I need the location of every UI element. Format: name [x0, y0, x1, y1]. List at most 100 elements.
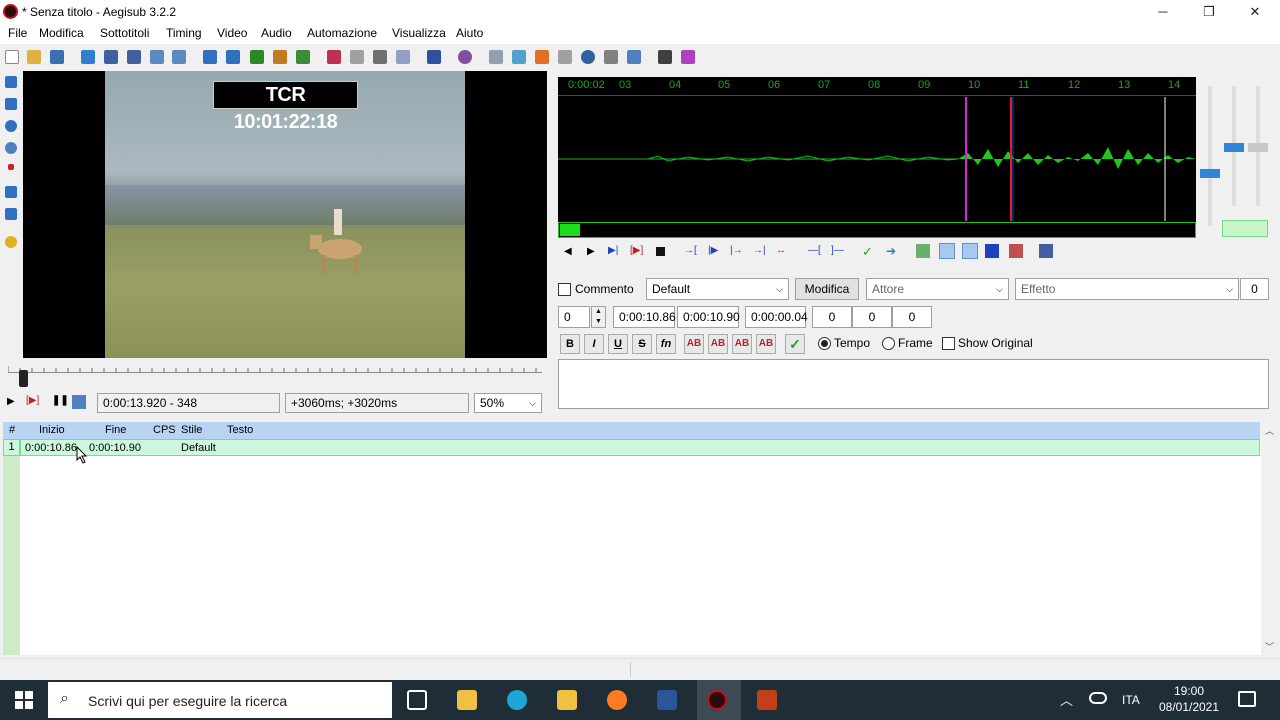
audio-zoom-slider[interactable] [1208, 86, 1212, 226]
modify-style-button[interactable]: Modifica [795, 278, 859, 300]
margin-right-field[interactable]: 0 [852, 306, 892, 328]
scroll-up-icon[interactable]: ︿ [1265, 424, 1274, 437]
audio-zoom-thumb[interactable] [1200, 169, 1220, 178]
chevron-up-icon[interactable]: ︿ [1060, 690, 1073, 709]
close-button[interactable]: ✕ [1232, 0, 1278, 24]
grid-scrollbar[interactable]: ︿ ﹀ [1261, 422, 1278, 655]
fonts-collector-icon[interactable] [250, 50, 264, 64]
styles-manager-icon[interactable] [203, 50, 217, 64]
actor-combo[interactable]: Attore ⌵ [866, 278, 1009, 300]
lead-in-icon[interactable]: —[ [808, 245, 821, 256]
menu-modifica[interactable]: Modifica [39, 26, 84, 40]
menu-timing[interactable]: Timing [166, 26, 202, 40]
show-original-checkbox[interactable] [942, 337, 955, 350]
video-position-field[interactable]: 0:00:13.920 - 348 [97, 393, 280, 413]
task-view-icon[interactable] [407, 690, 427, 710]
link-sliders-button[interactable] [1222, 220, 1268, 237]
play-icon[interactable]: ▶ [7, 396, 15, 407]
commit-icon[interactable]: ✓ [862, 244, 873, 260]
play-line-icon[interactable]: [▶] [26, 395, 39, 406]
seek-thumb[interactable] [19, 370, 28, 387]
open-file-icon[interactable] [27, 50, 41, 64]
menu-file[interactable]: File [8, 26, 27, 40]
new-file-icon[interactable] [5, 50, 19, 64]
subtitle-text-area[interactable] [558, 359, 1269, 409]
store-icon[interactable] [457, 690, 477, 710]
secondary-color-button[interactable]: AB [708, 334, 728, 354]
word-icon[interactable] [657, 690, 677, 710]
snap-icon[interactable] [535, 50, 549, 64]
jump-video-icon[interactable] [150, 50, 164, 64]
commit-checkmark-icon[interactable]: ✓ [785, 334, 805, 354]
aegisub-taskbar-icon[interactable] [707, 690, 727, 710]
windows-start-icon[interactable] [15, 691, 33, 709]
play-to-end-icon[interactable]: ↔ [776, 245, 786, 256]
timing-postproc-icon[interactable] [296, 50, 310, 64]
check-icon[interactable] [627, 50, 641, 64]
comment-checkbox[interactable] [558, 283, 571, 296]
zoom-select[interactable]: 50% ⌵ [474, 393, 542, 413]
play-selection-icon[interactable]: ▶| [608, 245, 618, 256]
vector-clip-icon[interactable] [5, 208, 17, 220]
pause-icon[interactable]: ❚❚ [52, 395, 69, 406]
help-icon[interactable] [5, 236, 17, 248]
end-time-field[interactable]: 0:00:10.90 [677, 306, 740, 328]
merge-lines-icon[interactable] [512, 50, 526, 64]
font-button[interactable]: fn [656, 334, 676, 354]
menu-visualizza[interactable]: Visualizza [392, 26, 446, 40]
spell-check-icon[interactable] [373, 50, 387, 64]
language-indicator[interactable]: ITA [1122, 693, 1140, 707]
auto-next-icon[interactable] [939, 243, 955, 259]
scroll-down-icon[interactable]: ﹀ [1265, 640, 1274, 653]
jump-start-icon[interactable] [172, 50, 186, 64]
start-time-field[interactable]: 0:00:10.86 [613, 306, 676, 328]
maximize-button[interactable]: ❐ [1186, 0, 1232, 24]
shadow-color-button[interactable]: AB [756, 334, 776, 354]
go-to-icon[interactable]: ➔ [886, 244, 896, 258]
strikeout-button[interactable]: S [632, 334, 652, 354]
clip-tool-icon[interactable] [5, 186, 17, 198]
audio-scroll-thumb[interactable] [560, 224, 580, 236]
cloud-icon[interactable] [1089, 692, 1107, 704]
clock-icon[interactable] [581, 50, 595, 64]
notifications-icon[interactable] [1238, 691, 1256, 707]
margin-vertical-field[interactable]: 0 [892, 306, 932, 328]
jump-to-icon[interactable] [81, 50, 95, 64]
play-begin-icon[interactable]: |▶ [708, 245, 718, 256]
variables-icon[interactable] [681, 50, 695, 64]
outline-color-button[interactable]: AB [732, 334, 752, 354]
stop-icon[interactable] [558, 50, 572, 64]
play-current-line-icon[interactable]: [▶] [630, 245, 643, 256]
audio-options-icon[interactable] [1039, 244, 1053, 258]
auto-commit-icon[interactable] [916, 244, 930, 258]
taskbar-clock[interactable]: 19:00 08/01/2021 [1152, 683, 1226, 717]
scale-tool-icon[interactable] [8, 164, 14, 170]
select-lines-icon[interactable] [604, 50, 618, 64]
kanji-timer-icon[interactable] [327, 50, 341, 64]
spectrum-icon[interactable] [985, 244, 999, 258]
menu-video[interactable]: Video [217, 26, 247, 40]
audio-hzoom-thumb[interactable] [1248, 143, 1268, 152]
play-after-icon[interactable]: →| [753, 245, 766, 256]
options-icon[interactable] [458, 50, 472, 64]
save-icon[interactable] [50, 50, 64, 64]
lead-out-icon[interactable]: ]— [831, 245, 844, 256]
stop-audio-icon[interactable] [656, 247, 665, 256]
play-end-icon[interactable]: |→ [730, 245, 743, 256]
file-explorer-icon[interactable] [557, 690, 577, 710]
shift-times-icon[interactable] [350, 50, 364, 64]
edge-icon[interactable] [507, 690, 527, 710]
time-radio[interactable] [818, 337, 831, 350]
margin-left-field[interactable]: 0 [812, 306, 852, 328]
zoom-out-icon[interactable] [127, 50, 141, 64]
zoom-in-icon[interactable] [104, 50, 118, 64]
primary-color-button[interactable]: AB [684, 334, 704, 354]
attachments-icon[interactable] [226, 50, 240, 64]
underline-button[interactable]: U [608, 334, 628, 354]
prev-line-icon[interactable]: ◀ [564, 246, 572, 257]
frame-radio[interactable] [882, 337, 895, 350]
menu-audio[interactable]: Audio [261, 26, 292, 40]
play-before-icon[interactable]: →[ [684, 245, 697, 256]
menu-automazione[interactable]: Automazione [307, 26, 377, 40]
row-number[interactable]: 1 [3, 439, 20, 456]
